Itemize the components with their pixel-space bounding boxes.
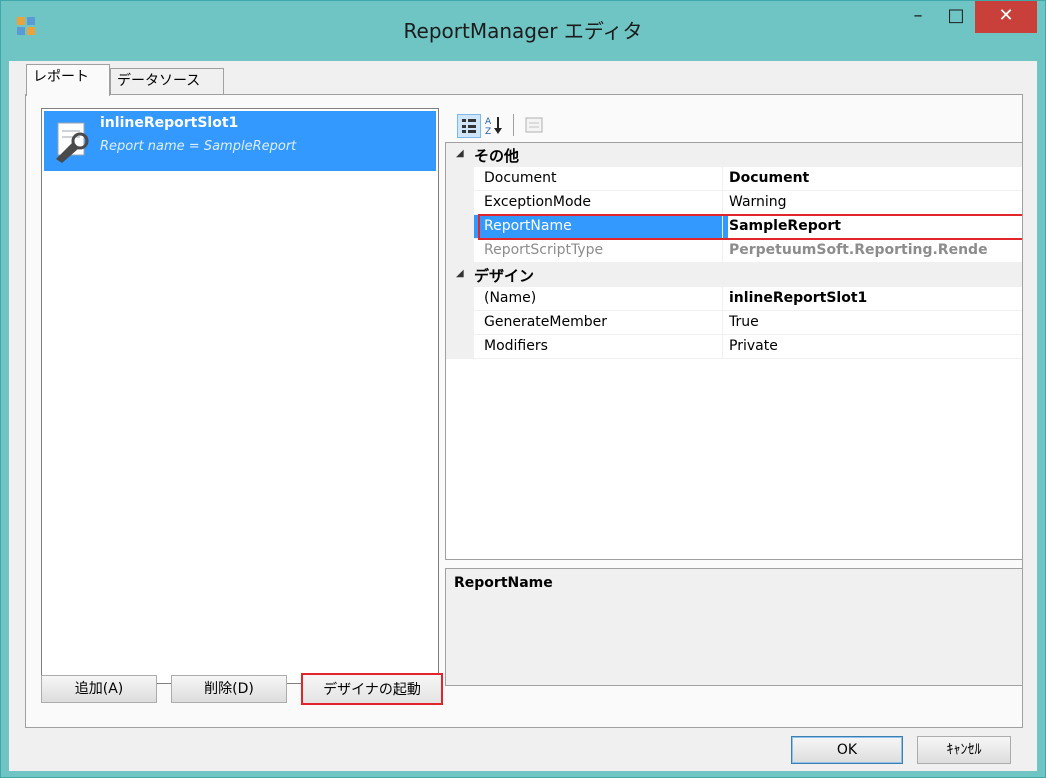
- property-value[interactable]: Private: [722, 335, 1022, 359]
- property-grid[interactable]: ◢ その他 Document Document ExceptionMode Wa…: [445, 142, 1023, 560]
- property-row-name[interactable]: (Name) inlineReportSlot1: [446, 287, 1022, 311]
- report-slot-subtitle: Report name = SampleReport: [100, 139, 297, 154]
- property-name: ReportName: [474, 215, 728, 239]
- property-row-reportname[interactable]: ReportName SampleReport: [446, 215, 1022, 239]
- add-button[interactable]: 追加(A): [41, 675, 157, 703]
- property-value[interactable]: PerpetuumSoft.Reporting.Rende: [722, 239, 1022, 263]
- report-slot-icon: [56, 122, 89, 163]
- minimize-button[interactable]: –: [899, 1, 937, 33]
- dialog-client-area: レポート データソース inlineReportSlot1 Report nam…: [9, 61, 1037, 771]
- property-value[interactable]: Warning: [722, 191, 1022, 215]
- description-title: ReportName: [454, 575, 553, 591]
- svg-text:Z: Z: [485, 127, 491, 136]
- property-value[interactable]: SampleReport: [722, 215, 1022, 239]
- category-label: その他: [474, 147, 520, 165]
- property-name: GenerateMember: [474, 311, 728, 335]
- launch-designer-button[interactable]: デザイナの起動: [301, 673, 443, 705]
- alphabetical-sort-button[interactable]: A Z: [483, 114, 505, 137]
- report-list[interactable]: inlineReportSlot1 Report name = SampleRe…: [41, 108, 439, 684]
- cancel-button[interactable]: ｷｬﾝｾﾙ: [917, 736, 1011, 764]
- close-button[interactable]: ✕: [975, 1, 1037, 33]
- property-value[interactable]: inlineReportSlot1: [722, 287, 1022, 311]
- category-header-misc[interactable]: ◢ その他: [446, 143, 1022, 167]
- window-title: ReportManager エディタ: [403, 19, 643, 43]
- delete-button[interactable]: 削除(D): [171, 675, 287, 703]
- row-gutter: [446, 335, 474, 359]
- property-value[interactable]: True: [722, 311, 1022, 335]
- property-pages-icon: [525, 117, 543, 133]
- property-value[interactable]: Document: [722, 167, 1022, 191]
- property-row-generatemember[interactable]: GenerateMember True: [446, 311, 1022, 335]
- category-header-design[interactable]: ◢ デザイン: [446, 263, 1022, 287]
- row-gutter: [446, 215, 474, 239]
- row-gutter: [446, 191, 474, 215]
- property-row-document[interactable]: Document Document: [446, 167, 1022, 191]
- title-bar[interactable]: ReportManager エディタ – □ ✕: [1, 1, 1045, 61]
- tab-report[interactable]: レポート: [26, 64, 110, 96]
- property-grid-toolbar: A Z: [445, 108, 1023, 142]
- property-name: (Name): [474, 287, 728, 311]
- property-row-reportscripttype[interactable]: ReportScriptType PerpetuumSoft.Reporting…: [446, 239, 1022, 263]
- svg-text:A: A: [485, 117, 492, 127]
- report-tab-panel: inlineReportSlot1 Report name = SampleRe…: [25, 94, 1023, 728]
- categorized-view-button[interactable]: [457, 114, 481, 138]
- row-gutter: [446, 239, 474, 263]
- report-slot-title: inlineReportSlot1: [100, 115, 239, 131]
- tab-datasource[interactable]: データソース: [110, 68, 224, 96]
- property-row-modifiers[interactable]: Modifiers Private: [446, 335, 1022, 359]
- row-gutter: [446, 311, 474, 335]
- list-item[interactable]: inlineReportSlot1 Report name = SampleRe…: [44, 111, 436, 171]
- property-description-pane: ReportName: [445, 568, 1023, 686]
- ok-button[interactable]: OK: [791, 736, 903, 764]
- property-row-exceptionmode[interactable]: ExceptionMode Warning: [446, 191, 1022, 215]
- category-label: デザイン: [474, 267, 535, 285]
- toolbar-separator: [513, 114, 514, 136]
- collapse-triangle-icon[interactable]: ◢: [456, 148, 464, 159]
- row-gutter: [446, 167, 474, 191]
- maximize-button[interactable]: □: [937, 1, 975, 33]
- sort-az-icon: A Z: [485, 117, 502, 137]
- categorized-icon: [462, 119, 476, 133]
- property-name: ExceptionMode: [474, 191, 728, 215]
- collapse-triangle-icon[interactable]: ◢: [456, 268, 464, 279]
- property-pages-button[interactable]: [523, 114, 545, 136]
- row-gutter: [446, 287, 474, 311]
- property-name: Document: [474, 167, 728, 191]
- report-manager-window: ReportManager エディタ – □ ✕ レポート データソース inl: [0, 0, 1046, 778]
- property-name: ReportScriptType: [474, 239, 728, 263]
- property-name: Modifiers: [474, 335, 728, 359]
